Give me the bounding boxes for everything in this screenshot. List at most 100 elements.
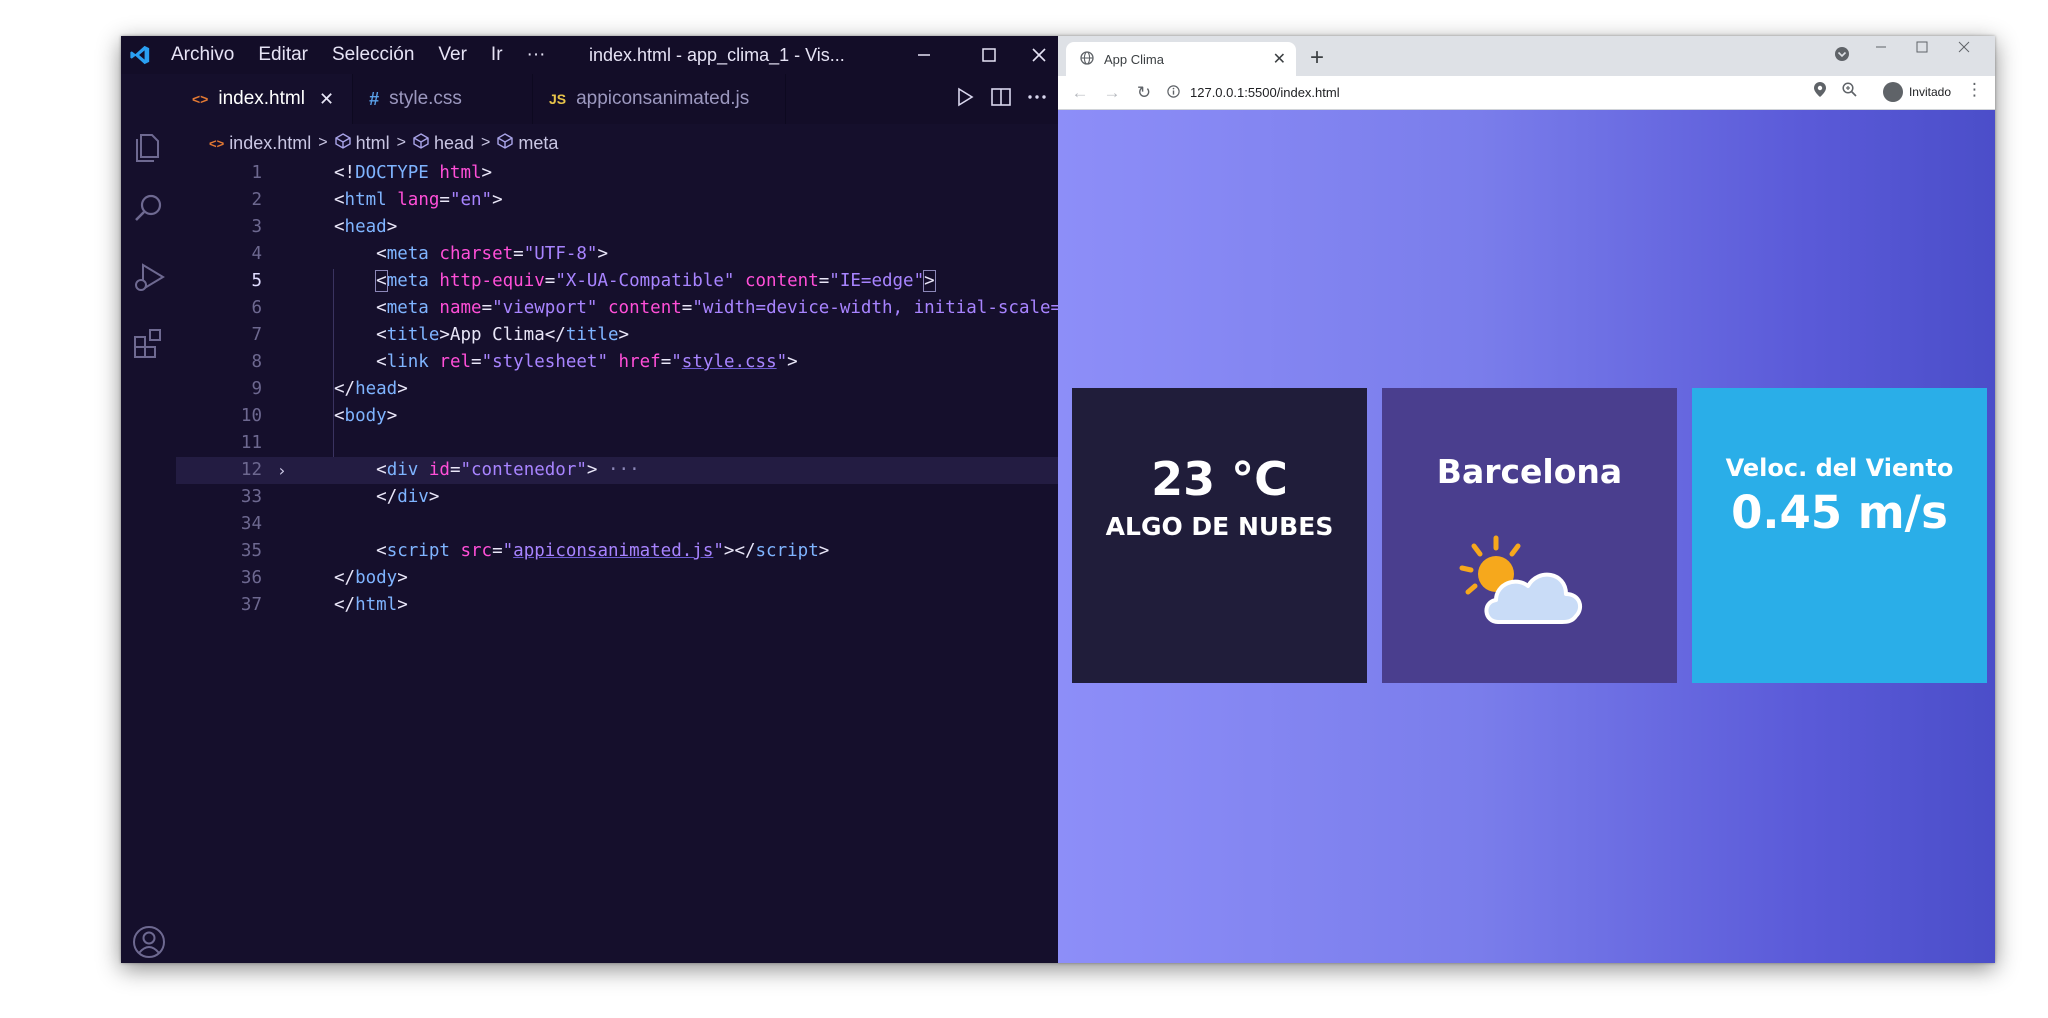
menu-archivo[interactable]: Archivo (159, 44, 246, 66)
menu-more[interactable]: ··· (515, 44, 558, 66)
extensions-icon[interactable] (131, 324, 167, 360)
profile-avatar-icon (1882, 82, 1903, 102)
breadcrumb-file[interactable]: index.html (229, 133, 311, 154)
code-line[interactable]: 2 <html lang="en"> (176, 187, 1058, 214)
close-tab-icon[interactable]: ✕ (319, 89, 334, 110)
location-pin-icon[interactable] (1814, 82, 1826, 102)
code-line[interactable]: 8 <link rel="stylesheet" href="style.css… (176, 349, 1058, 376)
fold-chevron-icon[interactable]: › (277, 457, 287, 484)
code-text: </html> (334, 595, 408, 615)
temperature-card: 23 °C ALGO DE NUBES (1072, 388, 1367, 683)
line-number: 4 (251, 244, 262, 264)
code-editor[interactable]: 1 <!DOCTYPE html> 2 <html lang="en"> 3 <head>… (176, 160, 1058, 963)
minimize-icon[interactable] (894, 36, 954, 74)
window-title: index.html - app_clima_1 - Vis... (589, 45, 845, 65)
close-window-icon[interactable] (1957, 40, 1971, 59)
breadcrumb-meta[interactable]: meta (518, 133, 558, 154)
close-tab-icon[interactable]: ✕ (1273, 49, 1286, 69)
editor-actions (954, 74, 1048, 124)
menu-seleccion[interactable]: Selección (320, 44, 426, 66)
tab-label: index.html (218, 88, 305, 109)
city-card: Barcelona (1382, 388, 1677, 683)
code-line[interactable]: 33 </div> (176, 484, 1058, 511)
menu-ir[interactable]: Ir (479, 44, 515, 66)
line-number: 5 (251, 271, 262, 291)
code-text: <meta name="viewport" content="width=dev… (376, 298, 1058, 318)
menu-ver[interactable]: Ver (426, 44, 479, 66)
minimize-icon[interactable] (1874, 40, 1888, 59)
zoom-icon[interactable] (1842, 82, 1857, 102)
code-text: <link rel="stylesheet" href="style.css"> (376, 352, 798, 372)
run-icon[interactable] (954, 86, 976, 113)
code-line[interactable]: 12 › <div id="contenedor"> ··· (176, 457, 1058, 484)
tab-appiconsanimated-js[interactable]: JS appiconsanimated.js (533, 74, 787, 124)
menu-editar[interactable]: Editar (246, 44, 320, 66)
new-tab-button[interactable]: + (1310, 44, 1324, 72)
profile-label: Invitado (1908, 85, 1951, 99)
search-icon[interactable] (131, 190, 167, 226)
split-editor-icon[interactable] (990, 86, 1012, 113)
chevron-right-icon: > (396, 134, 406, 151)
back-icon[interactable]: ← (1070, 83, 1090, 103)
element-cube-icon (413, 132, 429, 154)
browser-window: App Clima ✕ + ← → ↻ 127.0.0.1:5500/index… (1058, 36, 1995, 963)
line-number: 10 (240, 406, 262, 426)
reload-icon[interactable]: ↻ (1134, 83, 1154, 103)
line-number: 33 (240, 487, 262, 507)
url-text[interactable]: 127.0.0.1:5500/index.html (1190, 85, 1340, 100)
tab-search-icon[interactable] (1834, 46, 1850, 67)
account-icon[interactable] (131, 924, 167, 960)
code-line[interactable]: 34 (176, 511, 1058, 538)
tab-style-css[interactable]: # style.css (353, 74, 533, 124)
address-bar[interactable]: 127.0.0.1:5500/index.html (1162, 79, 1922, 106)
page-viewport: 23 °C ALGO DE NUBES Barcelona Veloc. del… (1058, 110, 1995, 963)
code-line[interactable]: 6 <meta name="viewport" content="width=d… (176, 295, 1058, 322)
code-text: <meta charset="UTF-8"> (376, 244, 609, 264)
code-line[interactable]: 35 <script src="appiconsanimated.js"></s… (176, 538, 1058, 565)
temperature-value: 23 °C (1151, 452, 1288, 506)
code-text: </body> (334, 568, 408, 588)
tab-label: style.css (389, 88, 462, 109)
code-line[interactable]: 4 <meta charset="UTF-8"> (176, 241, 1058, 268)
code-text: </div> (376, 487, 440, 507)
browser-menu-icon[interactable]: ⋮ (1966, 80, 1983, 100)
breadcrumb-html[interactable]: html (356, 133, 390, 154)
code-line[interactable]: 11 (176, 430, 1058, 457)
wind-card: Veloc. del Viento 0.45 m/s (1692, 388, 1987, 683)
code-text: <body> (334, 406, 398, 426)
code-line[interactable]: 3 <head> (176, 214, 1058, 241)
line-number: 7 (251, 325, 262, 345)
code-line[interactable]: 10 <body> (176, 403, 1058, 430)
code-text: </head> (334, 379, 408, 399)
maximize-icon[interactable] (959, 36, 1019, 74)
more-actions-icon[interactable] (1026, 86, 1048, 113)
breadcrumb-head[interactable]: head (434, 133, 474, 154)
close-window-icon[interactable] (1020, 36, 1058, 74)
browser-tab-app-clima[interactable]: App Clima ✕ (1066, 42, 1296, 76)
line-number: 36 (240, 568, 262, 588)
code-line[interactable]: 5 <meta http-equiv="X-UA-Compatible" con… (176, 268, 1058, 295)
forward-icon[interactable]: → (1102, 83, 1122, 103)
line-number: 34 (240, 514, 262, 534)
vscode-window: Archivo Editar Selección Ver Ir ··· inde… (121, 36, 1058, 963)
maximize-icon[interactable] (1915, 40, 1929, 59)
code-line[interactable]: 1 <!DOCTYPE html> (176, 160, 1058, 187)
profile-chip[interactable]: Invitado (1882, 82, 1951, 102)
code-line[interactable]: 7 <title>App Clima</title> (176, 322, 1058, 349)
js-file-icon: JS (548, 91, 567, 107)
html-file-icon: <> (192, 91, 209, 107)
code-line[interactable]: 37 </html> (176, 592, 1058, 619)
weather-description: ALGO DE NUBES (1105, 512, 1334, 541)
explorer-icon[interactable] (131, 126, 167, 162)
line-number: 8 (251, 352, 262, 372)
line-number: 3 (251, 217, 262, 237)
css-file-icon: # (369, 88, 380, 109)
code-line[interactable]: 36 </body> (176, 565, 1058, 592)
html-file-icon: <> (209, 135, 225, 151)
run-debug-icon[interactable] (131, 258, 167, 294)
line-number: 37 (240, 595, 262, 615)
site-info-icon[interactable] (1162, 84, 1184, 101)
code-line[interactable]: 9 </head> (176, 376, 1058, 403)
tab-index-html[interactable]: <> index.html ✕ (176, 74, 354, 124)
browser-tabstrip: App Clima ✕ + (1058, 36, 1995, 76)
